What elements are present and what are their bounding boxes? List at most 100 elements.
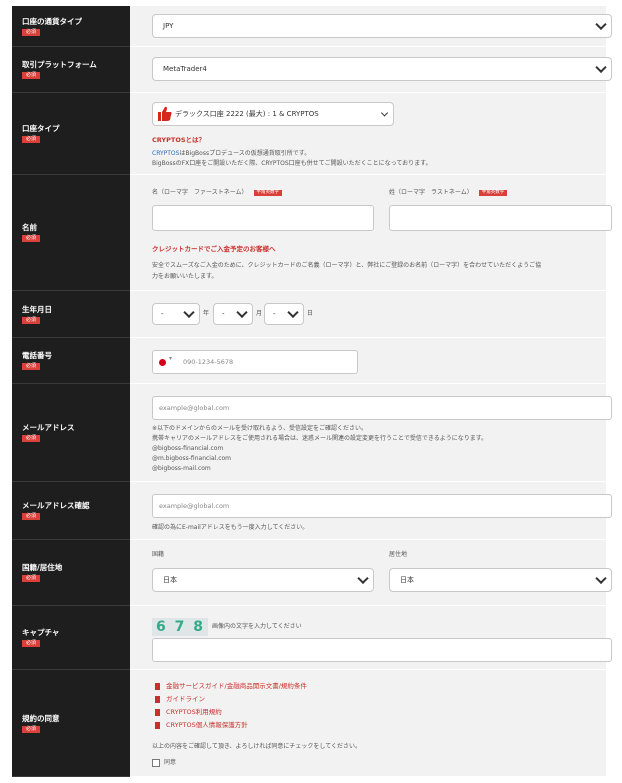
nationality-label: 国籍 [152, 551, 165, 558]
terms-doc-link[interactable]: CRYPTOS利用規約 [155, 708, 222, 717]
required-badge: 必須 [22, 575, 40, 582]
email-confirm-row: メールアドレス確認 必須 example@global.com 確認の為にE-m… [12, 482, 612, 540]
thumbs-up-icon [158, 106, 172, 124]
required-badge: 必須 [22, 363, 40, 370]
terms-doc-text: CRYPTOS利用規約 [166, 708, 222, 716]
birth-month-value: - [222, 310, 225, 318]
birth-label-cell: 生年月日 必須 [12, 291, 130, 338]
nationality-select[interactable]: 日本 [152, 568, 374, 592]
document-icon [155, 709, 160, 716]
email-note-1: ※以下のドメインからのメールを受け取れるよう、受信設定をご確認ください。 [152, 425, 368, 432]
cryptos-desc-line-2: BigBossのFX口座をご開設いただく際、CRYPTOS口座も併せてご開設いた… [152, 160, 432, 167]
country-row: 国籍/居住地 必須 国籍 居住地 日本 日本 [12, 540, 612, 606]
document-icon [155, 696, 160, 703]
last-name-label-text: 姓（ローマ字 ラストネーム） [389, 189, 473, 196]
chevron-down-icon [183, 306, 195, 319]
terms-doc-text: ガイドライン [166, 695, 205, 703]
first-name-label: 名（ローマ字 ファーストネーム） 半角英数字 [152, 188, 283, 197]
birth-day-value: - [273, 310, 276, 318]
agree-label: 同意 [164, 759, 177, 766]
terms-doc-link[interactable]: CRYPTOS個人情報保護方針 [155, 721, 248, 730]
required-badge: 必須 [22, 72, 40, 79]
chevron-down-icon [595, 61, 607, 74]
chevron-down-icon [357, 572, 369, 585]
account-type-row: 口座タイプ 必須 デラックス口座 2222 (最大) : 1 & CRYPTOS… [12, 93, 606, 175]
name-row: 名前 必須 名（ローマ字 ファーストネーム） 半角英数字 姓（ローマ字 ラストネー… [12, 175, 612, 291]
platform-label: 取引プラットフォーム [22, 60, 97, 69]
captcha-label-cell: キャプチャ 必須 [12, 606, 130, 670]
chevron-down-icon [380, 109, 389, 117]
cryptos-desc-text: はBigBossプロデュースの仮想通貨取引所です。 [179, 150, 311, 157]
required-badge: 必須 [22, 435, 40, 442]
captcha-input[interactable] [152, 638, 612, 662]
agree-checkbox-row[interactable]: 同意 [152, 758, 176, 767]
currency-value: JPY [163, 22, 174, 30]
cryptos-desc-line-1: CRYPTOSはBigBossプロデュースの仮想通貨取引所です。 [152, 149, 310, 158]
captcha-label: キャプチャ [22, 628, 60, 637]
residence-value: 日本 [400, 576, 414, 584]
month-unit: 月 [256, 310, 263, 317]
currency-row: 口座の通貨タイプ 必須 JPY [12, 6, 612, 47]
phone-label: 電話番号 [22, 351, 52, 360]
email-row: メールアドレス 必須 example@global.com ※以下のドメインから… [12, 384, 612, 482]
captcha-image: 6 7 8 [152, 618, 208, 636]
cryptos-link[interactable]: CRYPTOS [152, 150, 179, 157]
email-label-cell: メールアドレス 必須 [12, 384, 130, 482]
currency-select[interactable]: JPY [152, 14, 612, 38]
birth-row: 生年月日 必須 - 年 - 月 - 日 [12, 291, 606, 338]
card-heading: クレジットカードでご入金予定のお客様へ [152, 245, 276, 253]
terms-row: 規約の同意 必須 金融サービスガイド/金融商品開示文書/規約条件 ガイドライン … [12, 670, 606, 777]
required-badge: 必須 [22, 725, 40, 733]
roman-badge: 半角英数字 [253, 189, 283, 196]
platform-select[interactable]: MetaTrader4 [152, 57, 612, 81]
phone-input[interactable]: ▾ 090-1234-5678 [152, 350, 358, 374]
japan-flag-icon[interactable] [159, 359, 166, 366]
phone-label-cell: 電話番号 必須 [12, 338, 130, 384]
email-placeholder: example@global.com [159, 404, 230, 412]
first-name-label-text: 名（ローマ字 ファーストネーム） [152, 189, 248, 196]
caret-down-icon[interactable]: ▾ [169, 355, 172, 362]
captcha-field-cell: 6 7 8 画像内の文字を入力してください [130, 606, 612, 670]
account-type-value: デラックス口座 2222 (最大) : 1 & CRYPTOS [175, 110, 319, 118]
first-name-input[interactable] [152, 205, 374, 231]
email-label: メールアドレス [22, 423, 75, 432]
country-label-cell: 国籍/居住地 必須 [12, 540, 130, 606]
document-icon [155, 722, 160, 729]
day-unit: 日 [307, 310, 314, 317]
required-badge: 必須 [22, 235, 40, 242]
birth-year-select[interactable]: - [152, 303, 200, 325]
email-confirm-input[interactable]: example@global.com [152, 494, 612, 518]
account-type-label-cell: 口座タイプ 必須 [12, 93, 130, 175]
phone-row: 電話番号 必須 ▾ 090-1234-5678 [12, 338, 606, 384]
last-name-input[interactable] [389, 205, 612, 231]
account-type-select[interactable]: デラックス口座 2222 (最大) : 1 & CRYPTOS [152, 102, 394, 126]
terms-doc-text: 金融サービスガイド/金融商品開示文書/規約条件 [166, 682, 307, 690]
birth-day-select[interactable]: - [264, 303, 304, 325]
currency-label: 口座の通貨タイプ [22, 16, 82, 26]
residence-label: 居住地 [389, 551, 408, 558]
captcha-image-text: 6 7 8 [156, 619, 205, 635]
name-field-cell: 名（ローマ字 ファーストネーム） 半角英数字 姓（ローマ字 ラストネーム） 半角英数… [130, 175, 612, 291]
email-domain: @bigboss-mail.com [152, 465, 211, 472]
country-label: 国籍/居住地 [22, 563, 63, 572]
platform-field-cell: MetaTrader4 [130, 47, 612, 93]
currency-field-cell: JPY [130, 6, 612, 47]
currency-label-cell: 口座の通貨タイプ 必須 [12, 6, 130, 47]
terms-field-cell: 金融サービスガイド/金融商品開示文書/規約条件 ガイドライン CRYPTOS利用… [130, 670, 606, 777]
card-note-line-2: 力をお願いいたします。 [152, 273, 218, 280]
residence-select[interactable]: 日本 [389, 568, 612, 592]
cryptos-heading: CRYPTOSとは？ [152, 136, 206, 144]
name-label-cell: 名前 必須 [12, 175, 130, 291]
email-input[interactable]: example@global.com [152, 396, 612, 420]
terms-label-cell: 規約の同意 必須 [12, 670, 130, 777]
email-domain: @bigboss-financial.com [152, 445, 224, 452]
nationality-value: 日本 [163, 576, 177, 584]
terms-doc-link[interactable]: 金融サービスガイド/金融商品開示文書/規約条件 [155, 682, 307, 691]
chevron-down-icon [595, 18, 607, 31]
name-label: 名前 [22, 223, 37, 232]
chevron-down-icon [236, 306, 248, 319]
terms-doc-link[interactable]: ガイドライン [155, 695, 205, 704]
birth-month-select[interactable]: - [213, 303, 253, 325]
agree-checkbox[interactable] [152, 758, 160, 767]
email-field-cell: example@global.com ※以下のドメインからのメールを受け取れるよ… [130, 384, 612, 482]
